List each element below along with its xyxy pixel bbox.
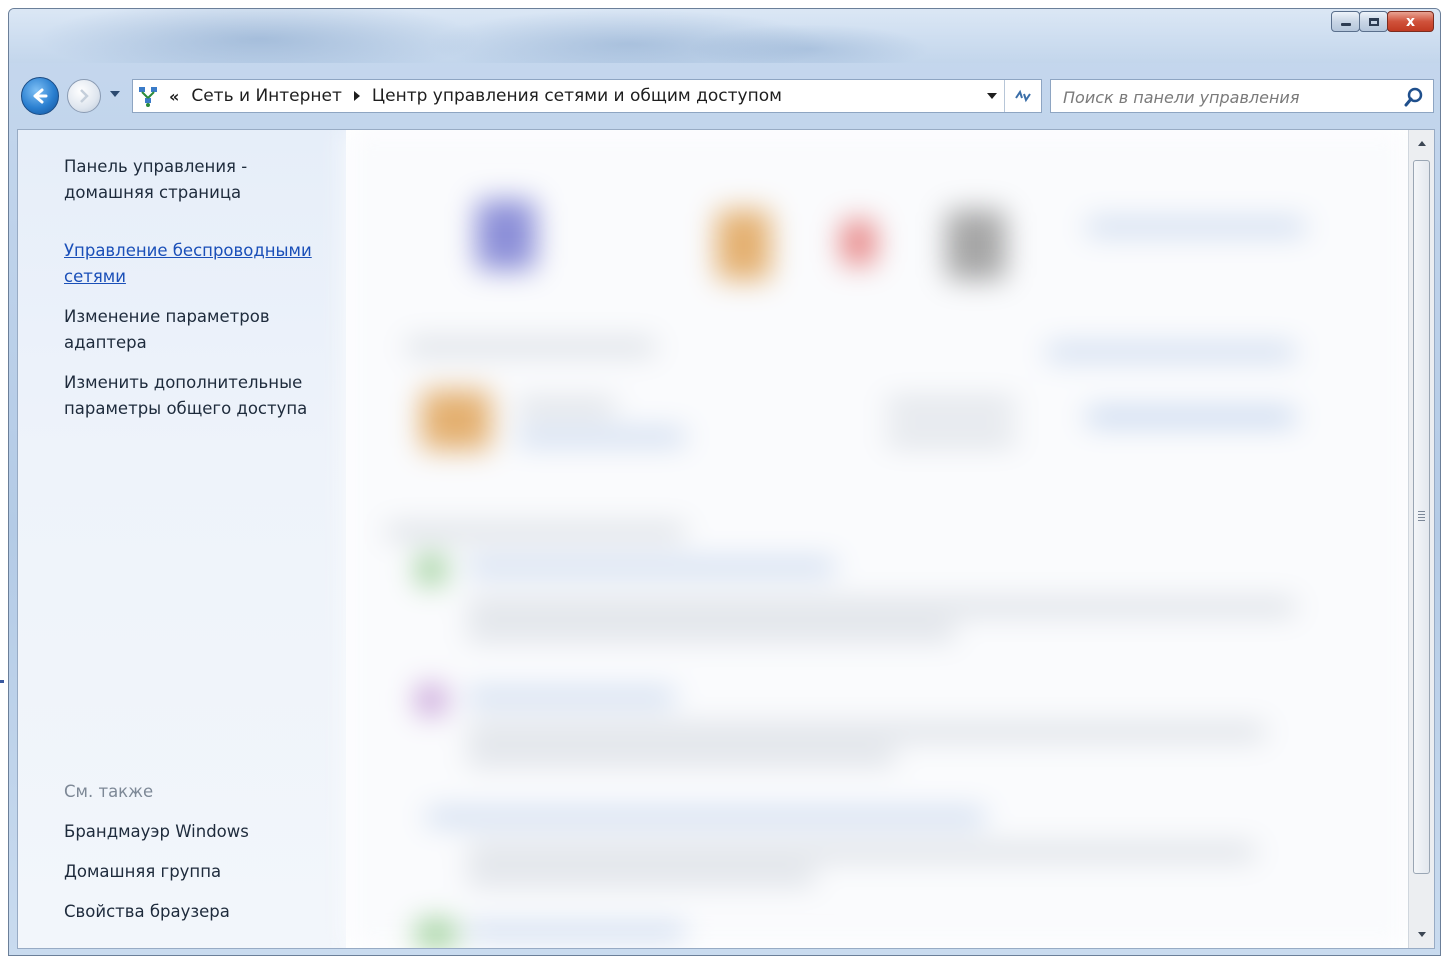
blurred-task-icon-2 bbox=[416, 685, 446, 715]
blurred-internet-icon bbox=[946, 210, 1006, 280]
refresh-button[interactable] bbox=[1004, 80, 1041, 112]
blurred-task-link-2 bbox=[466, 690, 676, 704]
see-also-homegroup[interactable]: Домашняя группа bbox=[64, 859, 334, 885]
close-icon: x bbox=[1405, 13, 1416, 30]
sidebar-home-link[interactable]: Панель управления - домашняя страница bbox=[64, 154, 334, 206]
blurred-task-icon-4 bbox=[416, 920, 456, 948]
blurred-task-desc-2b bbox=[466, 750, 896, 764]
refresh-icon bbox=[1015, 89, 1031, 103]
vertical-scrollbar[interactable] bbox=[1408, 130, 1434, 948]
blurred-connect-link bbox=[1046, 345, 1296, 359]
blurred-network-icon bbox=[716, 210, 771, 280]
breadcrumb-separator-icon[interactable] bbox=[353, 91, 360, 101]
close-button[interactable]: x bbox=[1387, 11, 1434, 32]
blurred-connection-link bbox=[1086, 410, 1296, 424]
breadcrumb-overflow[interactable]: « bbox=[169, 87, 179, 106]
blurred-task-desc-2a bbox=[466, 725, 1266, 739]
blurred-section-heading bbox=[386, 525, 686, 539]
network-center-icon bbox=[137, 85, 159, 107]
search-box[interactable] bbox=[1050, 79, 1434, 113]
scroll-down-icon bbox=[1418, 932, 1426, 937]
explorer-window: x « Сеть и Интернет Центр управления сет… bbox=[8, 8, 1441, 956]
history-dropdown-icon[interactable] bbox=[110, 91, 120, 97]
navigation-bar: « Сеть и Интернет Центр управления сетям… bbox=[9, 67, 1440, 125]
blurred-task-icon-1 bbox=[416, 555, 446, 585]
blurred-network-name bbox=[516, 400, 616, 414]
see-also-heading: См. также bbox=[64, 782, 154, 801]
forward-arrow-icon bbox=[80, 89, 89, 103]
blurred-network-type-icon bbox=[421, 390, 491, 450]
blurred-task-link-4 bbox=[466, 925, 686, 939]
edge-marker bbox=[0, 680, 4, 683]
blurred-task-desc-1a bbox=[466, 600, 1296, 614]
back-button[interactable] bbox=[21, 77, 59, 115]
blurred-task-desc-3b bbox=[466, 870, 816, 884]
blurred-network-overview bbox=[346, 130, 1408, 948]
scroll-up-button[interactable] bbox=[1409, 132, 1434, 154]
blurred-task-link-1 bbox=[466, 560, 836, 574]
breadcrumb-network-internet[interactable]: Сеть и Интернет bbox=[191, 86, 342, 106]
breadcrumb-network-center[interactable]: Центр управления сетями и общим доступом bbox=[372, 86, 782, 106]
address-dropdown-icon[interactable] bbox=[987, 93, 997, 99]
sidebar-item-adapter-settings[interactable]: Изменение параметров адаптера bbox=[64, 304, 334, 356]
scrollbar-thumb[interactable] bbox=[1413, 160, 1430, 874]
blurred-map-link bbox=[1086, 220, 1306, 234]
scroll-up-icon bbox=[1418, 141, 1426, 146]
scrollbar-grip-icon bbox=[1418, 511, 1425, 523]
window-controls: x bbox=[1331, 11, 1434, 32]
maximize-button[interactable] bbox=[1359, 11, 1388, 32]
sidebar: Панель управления - домашняя страница Уп… bbox=[18, 130, 346, 948]
search-input[interactable] bbox=[1061, 84, 1395, 110]
title-bar[interactable]: x bbox=[9, 9, 1440, 63]
blurred-task-desc-3a bbox=[466, 845, 1256, 859]
blurred-network-type bbox=[516, 430, 686, 444]
forward-button[interactable] bbox=[67, 79, 101, 113]
address-bar[interactable]: « Сеть и Интернет Центр управления сетям… bbox=[132, 79, 1042, 113]
blurred-heading-line bbox=[406, 340, 656, 354]
search-icon[interactable] bbox=[1403, 86, 1425, 108]
scroll-down-button[interactable] bbox=[1409, 924, 1434, 946]
blurred-connections bbox=[886, 430, 1016, 444]
blurred-computer-icon bbox=[476, 200, 536, 270]
blurred-x-icon bbox=[841, 220, 876, 265]
blurred-access-type bbox=[886, 400, 1016, 414]
see-also-firewall[interactable]: Брандмауэр Windows bbox=[64, 819, 334, 845]
minimize-button[interactable] bbox=[1331, 11, 1360, 32]
content-area: Панель управления - домашняя страница Уп… bbox=[17, 129, 1435, 949]
back-arrow-icon bbox=[33, 88, 48, 104]
sidebar-item-sharing-settings[interactable]: Изменить дополнительные параметры общего… bbox=[64, 370, 334, 422]
sidebar-item-wireless-networks[interactable]: Управление беспроводными сетями bbox=[64, 238, 334, 290]
blurred-task-desc-1b bbox=[466, 625, 956, 639]
minimize-icon bbox=[1340, 23, 1351, 26]
see-also-browser-properties[interactable]: Свойства браузера bbox=[64, 899, 334, 925]
maximize-icon bbox=[1368, 17, 1379, 26]
blurred-task-link-3 bbox=[426, 810, 986, 824]
